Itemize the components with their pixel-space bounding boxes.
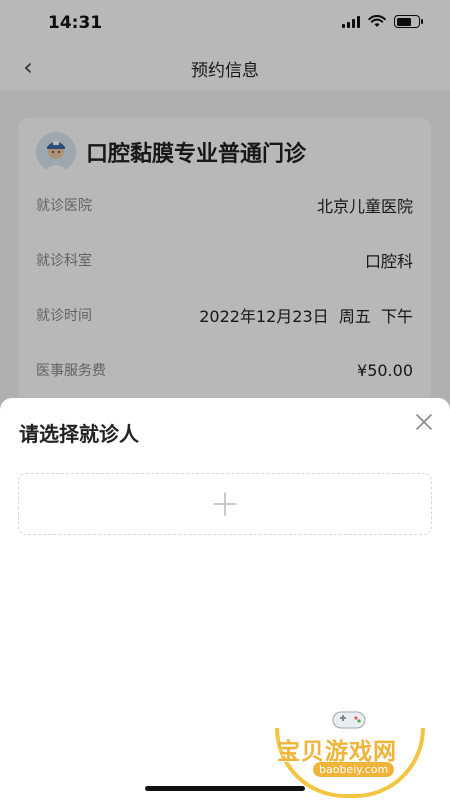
home-indicator [145, 786, 305, 791]
watermark-domain: baobeiy.com [313, 762, 395, 777]
close-icon[interactable] [414, 412, 434, 432]
watermark-text: 宝贝游戏网 [277, 739, 397, 765]
add-patient-button[interactable] [18, 473, 432, 535]
gamepad-icon [332, 711, 366, 729]
sheet-title: 请选择就诊人 [19, 422, 139, 446]
watermark-logo: 宝贝游戏网 baobeiy.com [275, 708, 425, 798]
plus-icon [213, 492, 237, 516]
